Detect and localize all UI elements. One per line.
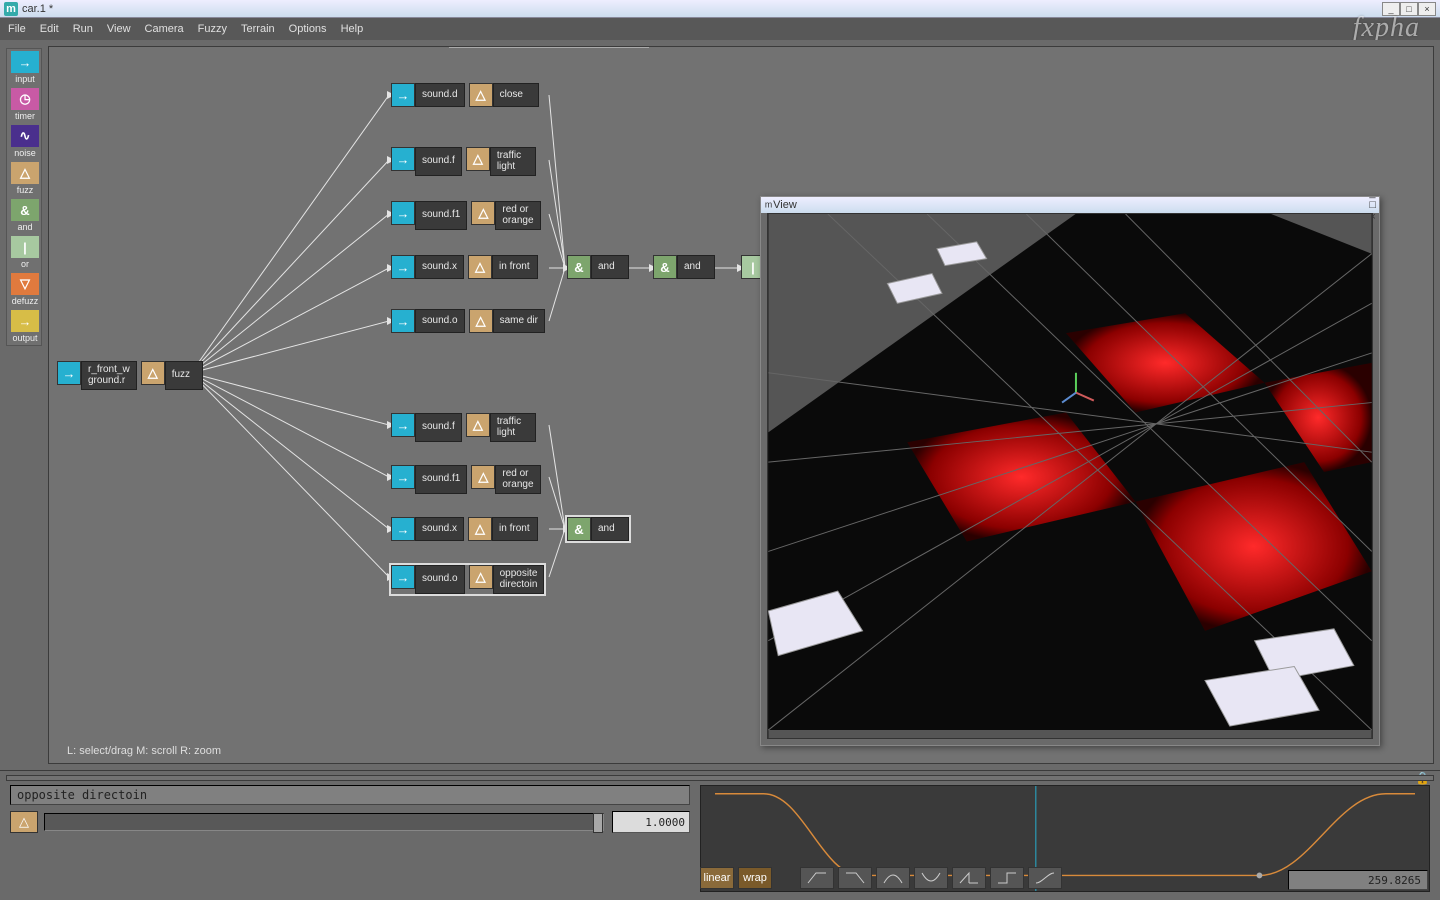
node-sound-f[interactable]: →sound.f △traffic light: [391, 147, 536, 176]
pipe-icon: |: [11, 236, 39, 258]
value-slider[interactable]: [44, 813, 604, 831]
fuzz-icon: △: [471, 201, 495, 225]
fuzz-icon: △: [466, 147, 490, 171]
view-window-title: View: [773, 199, 797, 211]
fuzz-icon: △: [469, 309, 493, 333]
shape-ramp-down-button[interactable]: [838, 867, 872, 889]
tool-and[interactable]: &and: [7, 197, 43, 234]
slider-thumb[interactable]: [593, 813, 603, 833]
node-sound-x[interactable]: →sound.x △in front: [391, 255, 538, 279]
menu-file[interactable]: File: [8, 23, 26, 35]
readout-field[interactable]: [1288, 870, 1428, 890]
menu-help[interactable]: Help: [341, 23, 364, 35]
fuzz-icon: △: [468, 517, 492, 541]
tool-timer[interactable]: ◷timer: [7, 86, 43, 123]
ampersand-icon: &: [567, 255, 591, 279]
menu-fuzzy[interactable]: Fuzzy: [198, 23, 227, 35]
tool-input[interactable]: →input: [7, 49, 43, 86]
node-sound-o-opposite-selected[interactable]: →sound.o △opposite directoin: [391, 565, 544, 594]
tool-output[interactable]: →output: [7, 308, 43, 345]
minimize-button[interactable]: _: [1382, 2, 1400, 16]
fuzz-icon: △: [471, 465, 495, 489]
tool-defuzz[interactable]: ▽defuzz: [7, 271, 43, 308]
node-sound-f1-2[interactable]: →sound.f1 △red or orange: [391, 465, 541, 494]
arrow-right-icon: →: [391, 255, 415, 279]
node-name-field[interactable]: [10, 785, 690, 805]
fuzz-icon: △: [468, 255, 492, 279]
divider[interactable]: [6, 775, 1434, 781]
app-logo-icon: m: [4, 2, 18, 16]
menu-view[interactable]: View: [107, 23, 131, 35]
tool-noise[interactable]: ∿noise: [7, 123, 43, 160]
arrow-right-icon: →: [11, 310, 39, 332]
clock-icon: ◷: [11, 88, 39, 110]
maximize-button[interactable]: □: [1400, 2, 1418, 16]
node-and-1[interactable]: &and: [567, 255, 629, 279]
arrow-right-icon: →: [391, 517, 415, 541]
node-input-root[interactable]: → r_front_w ground.r △ fuzz: [57, 361, 203, 390]
fuzz-icon: △: [10, 811, 38, 833]
view-minimize-button[interactable]: _: [1369, 187, 1376, 199]
fuzz-icon: △: [469, 565, 493, 589]
arrow-right-icon: →: [11, 51, 39, 73]
node-sound-d[interactable]: →sound.d △close: [391, 83, 539, 107]
menu-camera[interactable]: Camera: [145, 23, 184, 35]
app-logo-icon: m: [765, 200, 772, 210]
menu-edit[interactable]: Edit: [40, 23, 59, 35]
ampersand-icon: &: [567, 517, 591, 541]
ampersand-icon: &: [11, 199, 39, 221]
node-and-3-selected[interactable]: &and: [567, 517, 629, 541]
view-window-titlebar[interactable]: m View _ □ ×: [761, 197, 1379, 213]
shape-step-button[interactable]: [990, 867, 1024, 889]
shape-bell-button[interactable]: [876, 867, 910, 889]
canvas-hint: L: select/drag M: scroll R: zoom: [67, 745, 221, 757]
shape-valley-button[interactable]: [914, 867, 948, 889]
node-sound-f1[interactable]: →sound.f1 △red or orange: [391, 201, 541, 230]
node-and-2[interactable]: &and: [653, 255, 715, 279]
curve-shape-buttons: linear wrap: [700, 866, 1280, 890]
fuzz-icon: △: [11, 162, 39, 184]
wave-icon: ∿: [11, 125, 39, 147]
arrow-right-icon: →: [391, 83, 415, 107]
node-sound-o[interactable]: →sound.o △same dir: [391, 309, 545, 333]
viewport-3d[interactable]: [767, 213, 1373, 739]
menu-run[interactable]: Run: [73, 23, 93, 35]
fuzz-icon: △: [466, 413, 490, 437]
arrow-right-icon: →: [391, 465, 415, 489]
arrow-right-icon: →: [391, 413, 415, 437]
ampersand-icon: &: [653, 255, 677, 279]
title-bar: m car.1 * _ □ ×: [0, 0, 1440, 18]
bottom-panel: 🔒 △ linear wrap: [0, 770, 1440, 900]
arrow-right-icon: →: [391, 309, 415, 333]
tool-palette: →input ◷timer ∿noise △fuzz &and |or ▽def…: [6, 48, 42, 346]
menu-options[interactable]: Options: [289, 23, 327, 35]
node-sound-x-2[interactable]: →sound.x △in front: [391, 517, 538, 541]
node-label: r_front_w ground.r: [81, 361, 137, 390]
shape-spike-button[interactable]: [952, 867, 986, 889]
arrow-right-icon: →: [391, 201, 415, 225]
value-field[interactable]: [612, 811, 690, 833]
window-title: car.1 *: [22, 3, 53, 15]
fuzz-icon: △: [469, 83, 493, 107]
defuzz-icon: ▽: [11, 273, 39, 295]
node-label: fuzz: [165, 361, 203, 390]
node-sound-f-2[interactable]: →sound.f △traffic light: [391, 413, 536, 442]
arrow-right-icon: →: [391, 147, 415, 171]
shape-linear-button[interactable]: linear: [700, 867, 734, 889]
tool-or[interactable]: |or: [7, 234, 43, 271]
shape-s-button[interactable]: [1028, 867, 1062, 889]
fuzz-icon: △: [141, 361, 165, 385]
shape-wrap-button[interactable]: wrap: [738, 867, 772, 889]
close-button[interactable]: ×: [1418, 2, 1436, 16]
arrow-right-icon: →: [391, 565, 415, 589]
view-window[interactable]: m View _ □ ×: [760, 196, 1380, 746]
menu-terrain[interactable]: Terrain: [241, 23, 275, 35]
view-maximize-button[interactable]: □: [1369, 199, 1376, 211]
menu-bar: File Edit Run View Camera Fuzzy Terrain …: [0, 18, 1440, 40]
arrow-right-icon: →: [57, 361, 81, 385]
tool-fuzz[interactable]: △fuzz: [7, 160, 43, 197]
shape-ramp-up-button[interactable]: [800, 867, 834, 889]
